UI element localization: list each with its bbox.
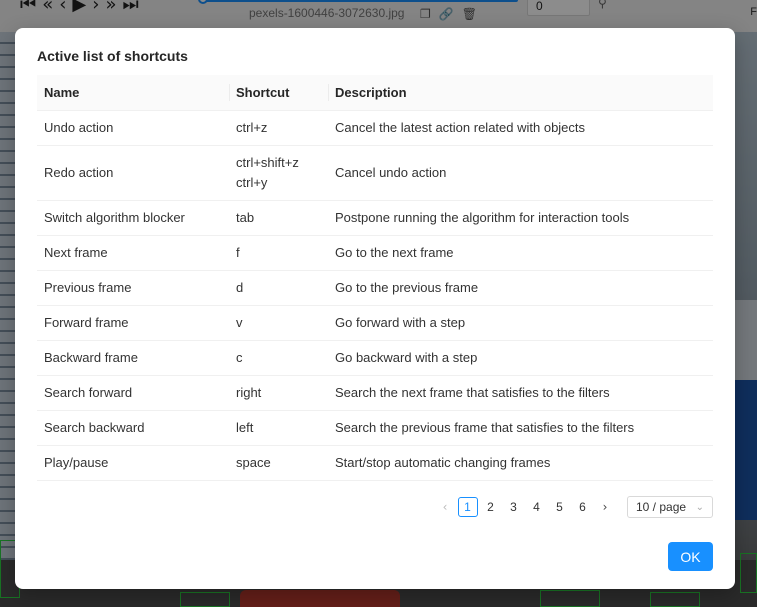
- shortcut-keys: right: [229, 375, 328, 411]
- chevron-left-icon[interactable]: ‹: [435, 496, 455, 518]
- shortcut-name: Previous frame: [37, 270, 229, 306]
- shortcut-key: d: [236, 279, 244, 295]
- shortcut-name: Search backward: [37, 410, 229, 446]
- shortcut-key: left: [236, 419, 254, 435]
- shortcut-key: ctrl+z: [236, 119, 268, 135]
- shortcut-description: Search the previous frame that satisfies…: [328, 410, 713, 446]
- page-size-select[interactable]: 10 / page ⌄: [627, 496, 713, 518]
- table-row: Previous frame d Go to the previous fram…: [37, 270, 713, 306]
- column-header-description: Description: [328, 75, 713, 111]
- page-4[interactable]: 4: [527, 497, 547, 517]
- shortcut-key: ctrl+shift+z: [236, 154, 299, 170]
- shortcuts-table: Name Shortcut Description Undo action ct…: [37, 75, 713, 481]
- shortcut-key: v: [236, 314, 243, 330]
- shortcut-keys: d: [229, 270, 328, 306]
- shortcut-key: space: [236, 454, 271, 470]
- shortcut-keys: c: [229, 340, 328, 376]
- shortcut-description: Go to the previous frame: [328, 270, 713, 306]
- page-size-value: 10 / page: [636, 500, 687, 514]
- shortcut-name: Next frame: [37, 235, 229, 271]
- shortcut-keys: ctrl+shift+z ctrl+y: [229, 145, 328, 201]
- modal-title: Active list of shortcuts: [37, 48, 188, 64]
- chevron-right-icon[interactable]: ›: [595, 496, 615, 518]
- shortcut-description: Start/stop automatic changing frames: [328, 445, 713, 481]
- page-2[interactable]: 2: [481, 497, 501, 517]
- shortcut-keys: f: [229, 235, 328, 271]
- shortcut-key: tab: [236, 209, 255, 225]
- shortcut-keys: v: [229, 305, 328, 341]
- shortcut-name: Play/pause: [37, 445, 229, 481]
- shortcut-name: Search forward: [37, 375, 229, 411]
- table-row: Backward frame c Go backward with a step: [37, 340, 713, 376]
- shortcut-description: Cancel the latest action related with ob…: [328, 110, 713, 146]
- shortcut-name: Switch algorithm blocker: [37, 200, 229, 236]
- column-header-name: Name: [37, 75, 229, 111]
- shortcut-description: Go to the next frame: [328, 235, 713, 271]
- table-row: Switch algorithm blocker tab Postpone ru…: [37, 200, 713, 236]
- shortcut-key: right: [236, 384, 262, 400]
- shortcut-description: Search the next frame that satisfies to …: [328, 375, 713, 411]
- table-header-row: Name Shortcut Description: [37, 75, 713, 111]
- page-6[interactable]: 6: [573, 497, 593, 517]
- shortcut-keys: space: [229, 445, 328, 481]
- shortcut-description: Cancel undo action: [328, 145, 713, 201]
- shortcut-name: Backward frame: [37, 340, 229, 376]
- shortcut-keys: ctrl+z: [229, 110, 328, 146]
- pagination: ‹ 1 2 3 4 5 6 › 10 / page ⌄: [435, 496, 713, 518]
- table-row: Forward frame v Go forward with a step: [37, 305, 713, 341]
- shortcut-description: Go forward with a step: [328, 305, 713, 341]
- table-row: Play/pause space Start/stop automatic ch…: [37, 445, 713, 481]
- table-row: Search forward right Search the next fra…: [37, 375, 713, 411]
- shortcut-key: f: [236, 244, 240, 260]
- shortcut-name: Redo action: [37, 145, 229, 201]
- shortcut-keys: left: [229, 410, 328, 446]
- shortcut-key: ctrl+y: [236, 174, 268, 190]
- chevron-down-icon: ⌄: [695, 501, 704, 513]
- shortcuts-modal: Active list of shortcuts Name Shortcut D…: [15, 28, 735, 589]
- shortcut-keys: tab: [229, 200, 328, 236]
- table-row: Search backward left Search the previous…: [37, 410, 713, 446]
- shortcut-description: Postpone running the algorithm for inter…: [328, 200, 713, 236]
- table-row: Redo action ctrl+shift+z ctrl+y Cancel u…: [37, 145, 713, 201]
- shortcut-description: Go backward with a step: [328, 340, 713, 376]
- table-row: Next frame f Go to the next frame: [37, 235, 713, 271]
- table-row: Undo action ctrl+z Cancel the latest act…: [37, 110, 713, 146]
- shortcut-name: Forward frame: [37, 305, 229, 341]
- column-header-shortcut: Shortcut: [229, 75, 328, 111]
- shortcut-key: c: [236, 349, 243, 365]
- ok-button[interactable]: OK: [668, 542, 713, 571]
- shortcut-name: Undo action: [37, 110, 229, 146]
- page-1[interactable]: 1: [457, 497, 478, 517]
- page-3[interactable]: 3: [504, 497, 524, 517]
- page-5[interactable]: 5: [550, 497, 570, 517]
